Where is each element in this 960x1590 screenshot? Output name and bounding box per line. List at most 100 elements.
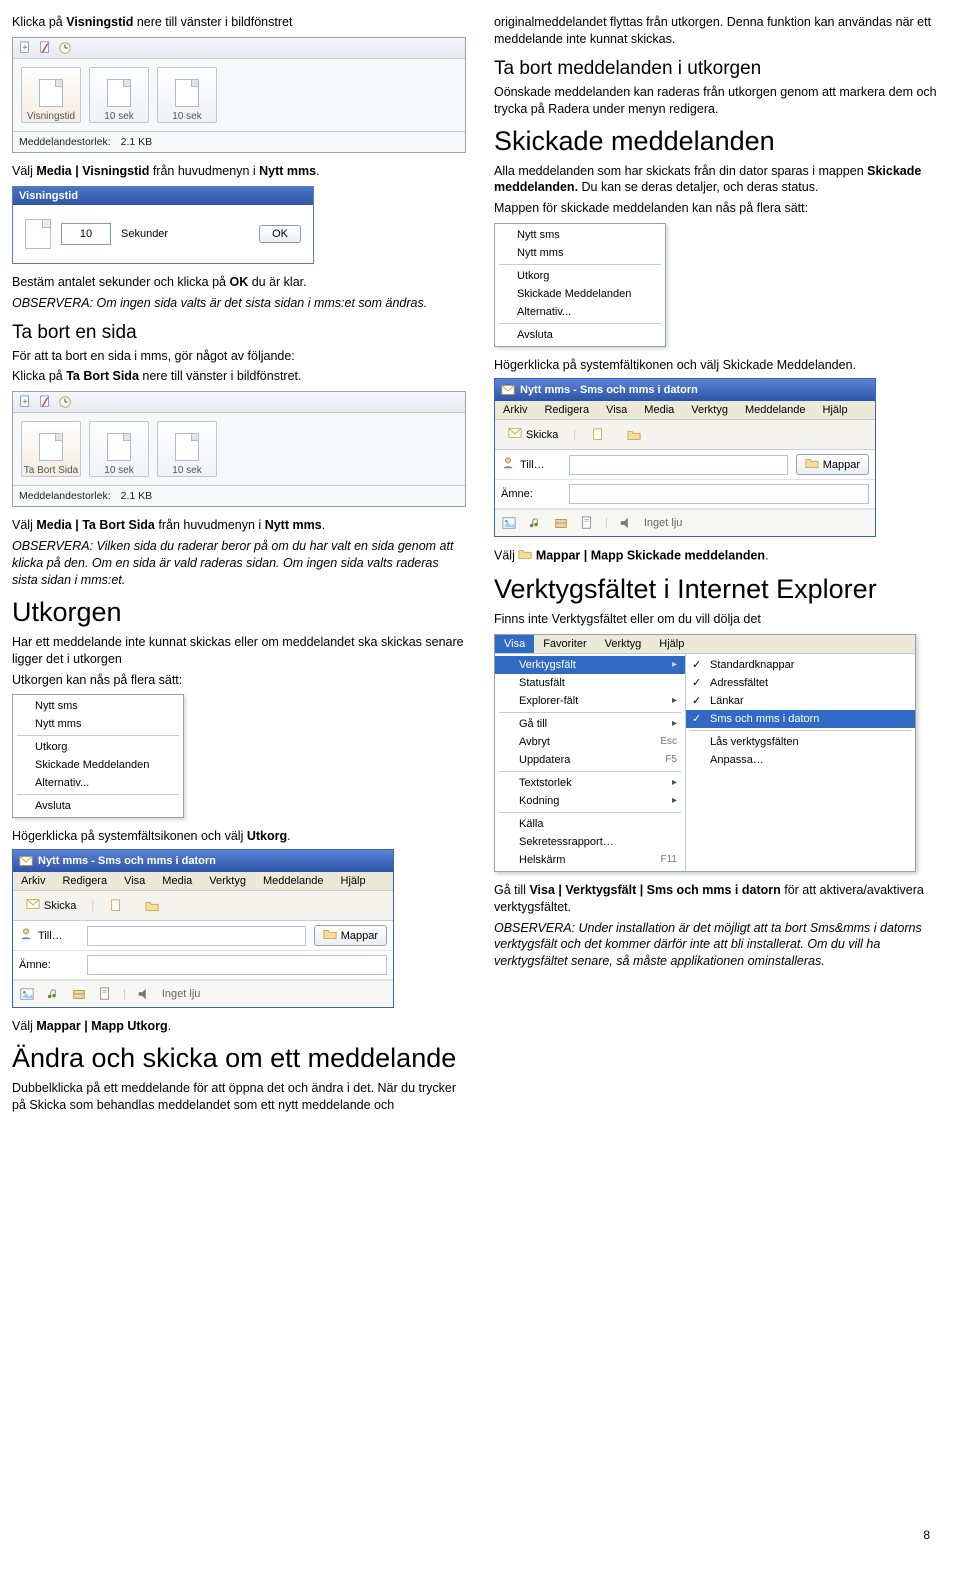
- insert-object-icon[interactable]: [553, 515, 569, 531]
- to-button[interactable]: Till…: [19, 927, 79, 944]
- menu-item[interactable]: Länkar: [686, 692, 915, 710]
- menu-item-utkorg[interactable]: Utkorg: [13, 738, 183, 756]
- menu-verktyg[interactable]: Verktyg: [201, 872, 254, 890]
- menu-item-nytt-sms[interactable]: Nytt sms: [495, 226, 665, 244]
- fig-visningstid-toolbar: + Visningstid 10 sek 10 sek Meddelandest…: [12, 37, 466, 153]
- thumb-label: 10 sek: [172, 111, 201, 122]
- mappar-button[interactable]: Mappar: [314, 925, 387, 946]
- menu-item[interactable]: Adressfältet: [686, 674, 915, 692]
- heading-ie-toolbar: Verktygsfältet i Internet Explorer: [494, 574, 948, 605]
- menu-item[interactable]: Verktygsfält: [495, 656, 685, 674]
- menu-item-alternativ[interactable]: Alternativ...: [13, 774, 183, 792]
- nytt-mms-window: Nytt mms - Sms och mms i datorn Arkiv Re…: [12, 849, 394, 1008]
- insert-audio-icon[interactable]: [45, 986, 61, 1002]
- menu-item-alternativ[interactable]: Alternativ...: [495, 303, 665, 321]
- subject-input[interactable]: [569, 484, 869, 504]
- menu-item-skickade[interactable]: Skickade Meddelanden: [13, 756, 183, 774]
- para: För att ta bort en sida i mms, gör något…: [12, 348, 466, 365]
- menu-meddelande[interactable]: Meddelande: [255, 872, 332, 890]
- menu-item[interactable]: AvbrytEsc: [495, 733, 685, 751]
- menu-item-utkorg[interactable]: Utkorg: [495, 267, 665, 285]
- ie-menu-visa[interactable]: Visa: [495, 635, 534, 653]
- para: Har ett meddelande inte kunnat skickas e…: [12, 634, 466, 668]
- mappar-button[interactable]: Mappar: [796, 454, 869, 475]
- menu-item-skickade[interactable]: Skickade Meddelanden: [495, 285, 665, 303]
- menu-arkiv[interactable]: Arkiv: [13, 872, 53, 890]
- menu-item[interactable]: UppdateraF5: [495, 751, 685, 769]
- menu-help[interactable]: Hjälp: [333, 872, 374, 890]
- page-icon: [39, 79, 63, 107]
- menu-redigera[interactable]: Redigera: [536, 401, 597, 419]
- ie-menu-verktyg[interactable]: Verktyg: [596, 635, 651, 653]
- insert-object-icon[interactable]: [71, 986, 87, 1002]
- insert-audio-icon[interactable]: [527, 515, 543, 531]
- slide-thumb[interactable]: 10 sek: [89, 67, 149, 123]
- to-button[interactable]: Till…: [501, 456, 561, 473]
- menu-item-nytt-sms[interactable]: Nytt sms: [13, 697, 183, 715]
- button-label: Visningstid: [27, 111, 75, 122]
- menu-item-avsluta[interactable]: Avsluta: [13, 797, 183, 815]
- speaker-icon[interactable]: [136, 986, 152, 1002]
- menu-item[interactable]: Sms och mms i datorn: [686, 710, 915, 728]
- insert-image-icon[interactable]: [19, 986, 35, 1002]
- menu-item-nytt-mms[interactable]: Nytt mms: [495, 244, 665, 262]
- skicka-button[interactable]: Skicka: [19, 895, 83, 916]
- slide-thumb[interactable]: 10 sek: [157, 67, 217, 123]
- menu-item[interactable]: HelskärmF11: [495, 851, 685, 869]
- para: Dubbelklicka på ett meddelande för att ö…: [12, 1080, 466, 1114]
- remove-page-icon[interactable]: [38, 395, 52, 409]
- ta-bort-sida-button[interactable]: Ta Bort Sida: [21, 421, 81, 477]
- folder-icon[interactable]: [620, 426, 648, 444]
- menu-visa[interactable]: Visa: [598, 401, 635, 419]
- insert-image-icon[interactable]: [501, 515, 517, 531]
- slide-thumb[interactable]: 10 sek: [157, 421, 217, 477]
- folder-icon[interactable]: [138, 897, 166, 915]
- menu-media[interactable]: Media: [636, 401, 682, 419]
- menu-item[interactable]: Källa: [495, 815, 685, 833]
- to-input[interactable]: [87, 926, 306, 946]
- menu-arkiv[interactable]: Arkiv: [495, 401, 535, 419]
- to-input[interactable]: [569, 455, 788, 475]
- mail-icon: [508, 426, 522, 443]
- menu-item[interactable]: Anpassa…: [686, 751, 915, 769]
- add-page-icon[interactable]: +: [18, 41, 32, 55]
- tray-context-menu: Nytt sms Nytt mms Utkorg Skickade Meddel…: [12, 694, 184, 818]
- menu-verktyg[interactable]: Verktyg: [683, 401, 736, 419]
- clock-icon[interactable]: [58, 41, 72, 55]
- subject-input[interactable]: [87, 955, 387, 975]
- menu-item-avsluta[interactable]: Avsluta: [495, 326, 665, 344]
- skicka-button[interactable]: Skicka: [501, 424, 565, 445]
- menu-media[interactable]: Media: [154, 872, 200, 890]
- menu-item[interactable]: Kodning: [495, 792, 685, 810]
- menu-item[interactable]: Standardknappar: [686, 656, 915, 674]
- subject-label: Ämne:: [19, 959, 79, 971]
- ie-menu-favoriter[interactable]: Favoriter: [534, 635, 595, 653]
- ie-visa-menu: Visa Favoriter Verktyg Hjälp Verktygsfäl…: [494, 634, 916, 872]
- slide-thumb[interactable]: 10 sek: [89, 421, 149, 477]
- heading-utkorgen: Utkorgen: [12, 597, 466, 628]
- seconds-input[interactable]: [61, 223, 111, 245]
- menu-redigera[interactable]: Redigera: [54, 872, 115, 890]
- menu-item[interactable]: Lås verktygsfälten: [686, 733, 915, 751]
- page-icon[interactable]: [102, 897, 130, 915]
- speaker-icon[interactable]: [618, 515, 634, 531]
- menu-visa[interactable]: Visa: [116, 872, 153, 890]
- menu-item[interactable]: Gå till: [495, 715, 685, 733]
- clock-icon[interactable]: [58, 395, 72, 409]
- page-icon[interactable]: [584, 426, 612, 444]
- separator: [499, 323, 661, 324]
- menu-meddelande[interactable]: Meddelande: [737, 401, 814, 419]
- remove-page-icon[interactable]: [38, 41, 52, 55]
- menu-item[interactable]: Textstorlek: [495, 774, 685, 792]
- menu-item[interactable]: Statusfält: [495, 674, 685, 692]
- insert-text-icon[interactable]: [579, 515, 595, 531]
- menu-help[interactable]: Hjälp: [815, 401, 856, 419]
- insert-text-icon[interactable]: [97, 986, 113, 1002]
- menu-item[interactable]: Explorer-fält: [495, 692, 685, 710]
- ok-button[interactable]: OK: [259, 225, 301, 243]
- add-page-icon[interactable]: +: [18, 395, 32, 409]
- menu-item[interactable]: Sekretessrapport…: [495, 833, 685, 851]
- menu-item-nytt-mms[interactable]: Nytt mms: [13, 715, 183, 733]
- visningstid-button[interactable]: Visningstid: [21, 67, 81, 123]
- ie-menu-help[interactable]: Hjälp: [650, 635, 693, 653]
